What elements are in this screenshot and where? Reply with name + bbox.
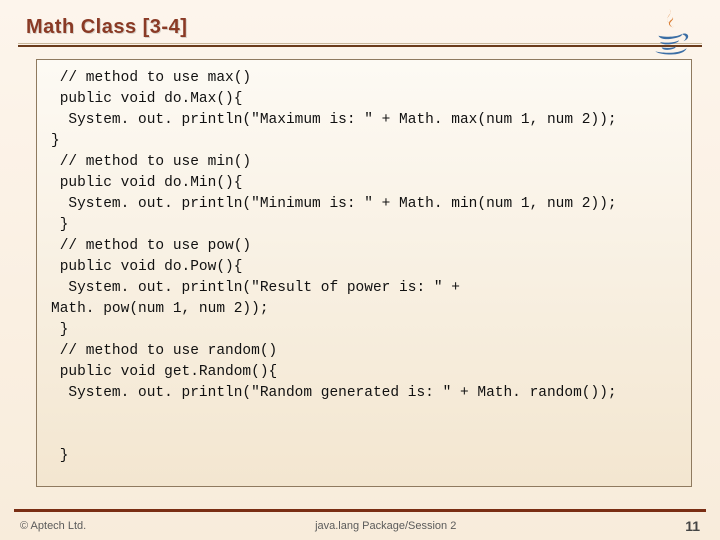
code-box: // method to use max() public void do.Ma…: [36, 59, 692, 487]
slide-title: Math Class [3-4]: [26, 16, 702, 39]
divider: [18, 45, 702, 47]
footer-center: java.lang Package/Session 2: [86, 520, 685, 532]
page-number: 11: [685, 518, 700, 534]
footer: © Aptech Ltd. java.lang Package/Session …: [0, 518, 720, 534]
code-content: // method to use max() public void do.Ma…: [51, 68, 681, 467]
slide: Math Class [3-4] // method to use max() …: [0, 0, 720, 540]
divider: [14, 509, 706, 512]
java-logo-icon: [646, 6, 696, 56]
copyright: © Aptech Ltd.: [20, 520, 86, 532]
divider: [18, 43, 702, 44]
